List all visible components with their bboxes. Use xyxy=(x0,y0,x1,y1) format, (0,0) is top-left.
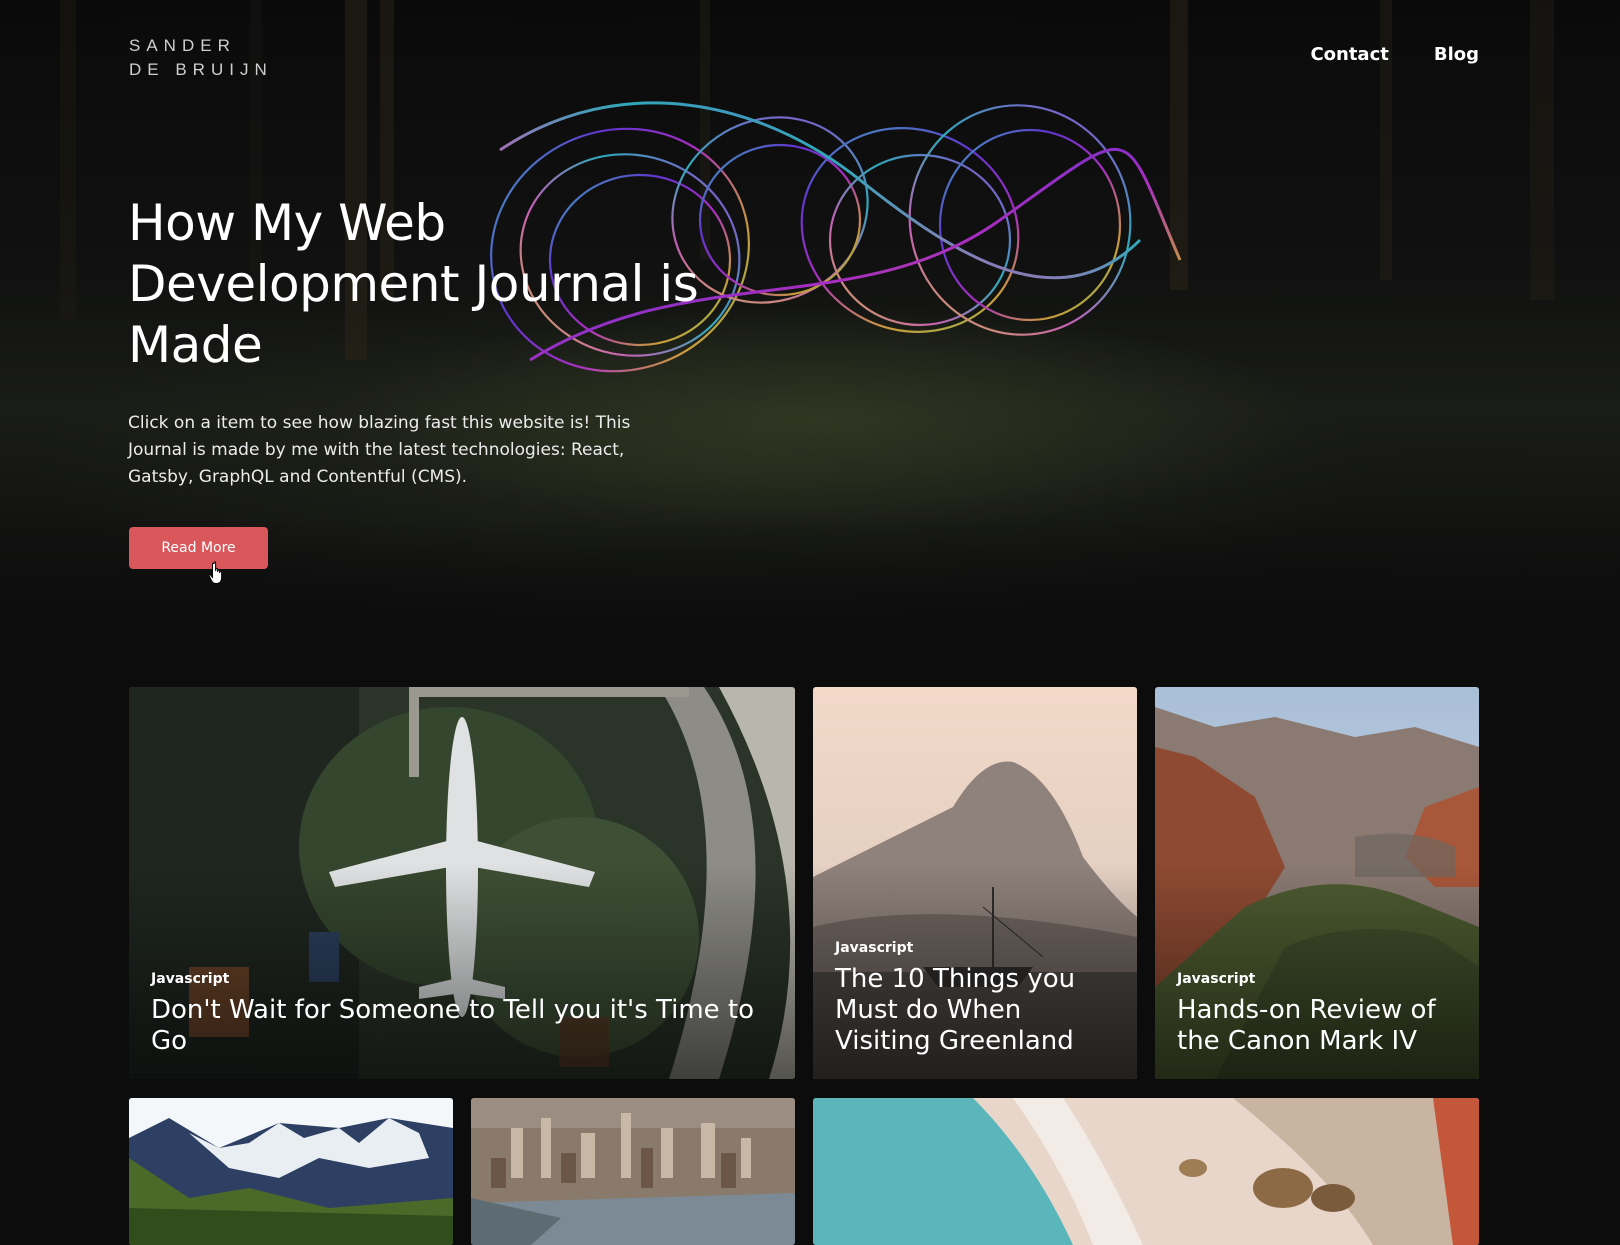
post-card[interactable]: Javascript The 10 Things you Must do Whe… xyxy=(813,687,1137,1079)
post-card[interactable] xyxy=(471,1098,795,1245)
post-title[interactable]: Hands-on Review of the Canon Mark IV xyxy=(1177,995,1457,1057)
read-more-button[interactable]: Read More xyxy=(129,527,268,569)
post-card[interactable] xyxy=(813,1098,1479,1245)
post-title[interactable]: The 10 Things you Must do When Visiting … xyxy=(835,964,1115,1057)
logo-line1: SANDER xyxy=(129,36,236,55)
city-aerial-image xyxy=(471,1098,795,1245)
main-nav: Contact Blog xyxy=(1310,44,1479,65)
site-logo[interactable]: SANDER DE BRUIJN xyxy=(129,34,273,82)
card-meta: Javascript Don't Wait for Someone to Tel… xyxy=(151,971,773,1057)
post-card[interactable] xyxy=(129,1098,453,1245)
post-tag[interactable]: Javascript xyxy=(151,971,773,987)
beach-aerial-image xyxy=(813,1098,1479,1245)
snowy-mountains-image xyxy=(129,1098,453,1245)
page: SANDER DE BRUIJN Contact Blog How My Web… xyxy=(0,0,1620,1245)
nav-link-contact[interactable]: Contact xyxy=(1310,44,1388,65)
hero-description: Click on a item to see how blazing fast … xyxy=(128,413,631,487)
post-card[interactable]: Javascript Don't Wait for Someone to Tel… xyxy=(129,687,795,1079)
hero-section: SANDER DE BRUIJN Contact Blog How My Web… xyxy=(0,0,1620,660)
logo-line2: DE BRUIJN xyxy=(129,60,273,79)
hero-title: How My Web Development Journal is Made xyxy=(128,194,699,374)
post-title[interactable]: Don't Wait for Someone to Tell you it's … xyxy=(151,995,773,1057)
post-card[interactable]: Javascript Hands-on Review of the Canon … xyxy=(1155,687,1479,1079)
hand-pointer-icon xyxy=(208,561,223,584)
post-tag[interactable]: Javascript xyxy=(835,940,1115,956)
card-meta: Javascript The 10 Things you Must do Whe… xyxy=(835,940,1115,1057)
nav-link-blog[interactable]: Blog xyxy=(1434,44,1479,65)
card-meta: Javascript Hands-on Review of the Canon … xyxy=(1177,971,1457,1057)
post-tag[interactable]: Javascript xyxy=(1177,971,1457,987)
